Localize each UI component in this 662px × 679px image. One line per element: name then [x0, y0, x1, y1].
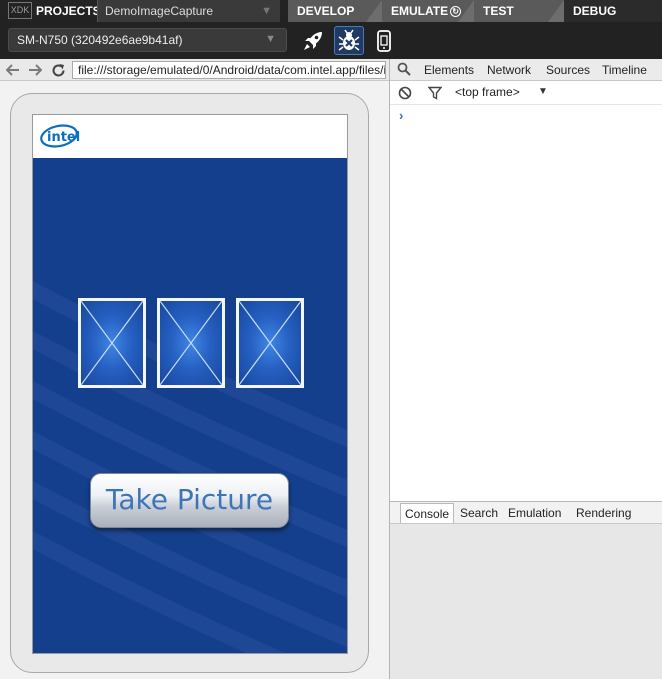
tab-test[interactable]: TEST	[474, 0, 564, 22]
frame-select[interactable]: <top frame>	[455, 85, 520, 99]
tab-test-label: TEST	[483, 4, 514, 18]
tab-debug-label: DEBUG	[573, 4, 617, 18]
block-icon	[398, 86, 412, 100]
forward-button[interactable]	[27, 62, 43, 78]
address-bar: file:///storage/emulated/0/Android/data/…	[0, 59, 390, 81]
intel-logo: intel	[39, 122, 81, 155]
search-icon	[397, 62, 411, 76]
chevron-down-icon: ▼	[261, 5, 272, 17]
push-to-device-button[interactable]	[298, 26, 328, 55]
drawer-tab-emulation[interactable]: Emulation	[504, 503, 565, 523]
wave-background	[33, 280, 347, 653]
tab-develop-label: DEVELOP	[297, 4, 355, 18]
tab-debug[interactable]: DEBUG	[564, 0, 662, 22]
app-header: intel	[33, 115, 347, 158]
image-placeholder-icon	[160, 301, 222, 385]
rocket-icon	[304, 31, 322, 50]
devtools-search-button[interactable]	[397, 62, 411, 81]
reload-icon	[52, 63, 64, 76]
photo-placeholder-2[interactable]	[157, 298, 225, 388]
photo-placeholder-1[interactable]	[78, 298, 146, 388]
top-tab-bar: XDK PROJECTS DemoImageCapture ▼ DEVELOP …	[0, 0, 662, 22]
chevron-down-icon: ▼	[265, 33, 276, 45]
bug-debug-icon	[338, 29, 360, 51]
device-debug-button[interactable]	[369, 26, 399, 55]
tab-emulate[interactable]: EMULATE ↻	[382, 0, 474, 22]
drawer-tab-rendering[interactable]: Rendering	[572, 503, 635, 523]
xdk-logo: XDK	[8, 2, 32, 19]
image-placeholder-icon	[239, 301, 301, 385]
svg-text:intel: intel	[47, 130, 80, 145]
device-name: SM-N750 (320492e6ae9b41af)	[17, 33, 183, 47]
filter-icon	[427, 86, 443, 100]
take-picture-button[interactable]: Take Picture	[90, 473, 289, 528]
url-input[interactable]: file:///storage/emulated/0/Android/data/…	[72, 61, 386, 79]
project-select[interactable]: DemoImageCapture ▼	[97, 0, 280, 22]
back-button[interactable]	[5, 62, 21, 78]
device-screen: intel Take Picture	[32, 114, 348, 654]
tab-develop[interactable]: DEVELOP	[288, 0, 382, 22]
tab-emulate-label: EMULATE	[391, 4, 449, 18]
tab-timeline[interactable]: Timeline	[602, 59, 647, 81]
drawer-tab-search[interactable]: Search	[456, 503, 502, 523]
tab-elements[interactable]: Elements	[424, 59, 474, 81]
devtools-toolbar: Elements Network Sources Timeline	[390, 59, 662, 81]
drawer-tab-console[interactable]: Console	[400, 503, 455, 523]
projects-tab[interactable]: PROJECTS	[36, 0, 101, 22]
filter-button[interactable]	[427, 86, 443, 105]
arrow-left-icon	[6, 64, 19, 76]
devtools-drawer: Console Search Emulation Rendering	[390, 501, 662, 679]
device-preview-area: intel Take Picture	[0, 81, 389, 679]
console-toolbar: <top frame> ▼	[390, 81, 662, 105]
device-bar: SM-N750 (320492e6ae9b41af) ▼	[0, 22, 662, 59]
app-body: Take Picture	[33, 158, 347, 653]
project-name: DemoImageCapture	[105, 4, 214, 18]
devtools-panel: Elements Network Sources Timeline <top f…	[389, 59, 662, 679]
drawer-tabs: Console Search Emulation Rendering	[390, 502, 662, 524]
tab-sources[interactable]: Sources	[546, 59, 590, 81]
arrow-right-icon	[29, 64, 42, 76]
clear-console-button[interactable]	[398, 86, 412, 105]
reload-button[interactable]	[50, 62, 66, 78]
device-icon	[377, 29, 391, 52]
device-frame: intel Take Picture	[10, 93, 369, 673]
triangle-down-icon[interactable]: ▼	[538, 86, 548, 97]
device-select[interactable]: SM-N750 (320492e6ae9b41af) ▼	[8, 28, 287, 52]
image-placeholder-icon	[81, 301, 143, 385]
console-prompt[interactable]: ›	[399, 108, 403, 123]
photo-placeholder-3[interactable]	[236, 298, 304, 388]
tab-network[interactable]: Network	[487, 59, 531, 81]
debug-button[interactable]	[334, 26, 364, 55]
